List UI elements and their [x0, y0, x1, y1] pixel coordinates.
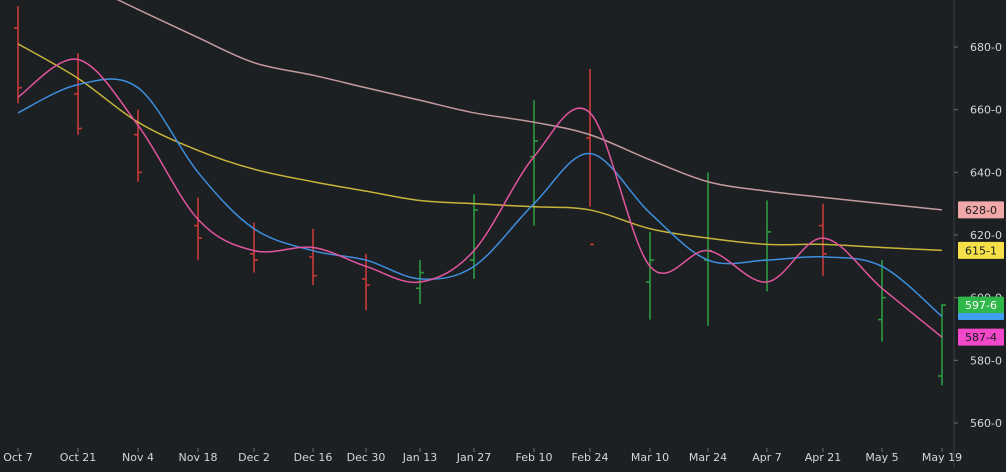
x-tick-label: Mar 24 [689, 451, 727, 464]
x-tick-label: Dec 2 [238, 451, 270, 464]
last-value-tag: 597-6 [958, 296, 1004, 314]
ohlc-bar [194, 197, 202, 261]
last-value-tag: 628-0 [958, 201, 1004, 219]
ma-line-4 [17, 58, 943, 338]
x-tick-label: Apr 7 [752, 451, 782, 464]
ohlc-bar [309, 228, 317, 286]
y-tick-label: 620-0 [970, 229, 1002, 242]
x-tick-label: Jan 27 [456, 451, 491, 464]
last-value-tag: 615-1 [958, 241, 1004, 259]
x-tick-label: Nov 4 [122, 451, 154, 464]
chart: 680-0660-0640-0620-0600-0580-0560-0 Oct … [0, 0, 1006, 468]
price-axis: 680-0660-0640-0620-0600-0580-0560-0 [953, 0, 1002, 468]
x-tick-label: Jan 13 [402, 451, 437, 464]
y-tick-label: 660-0 [970, 104, 1002, 117]
x-tick-label: Apr 21 [805, 451, 842, 464]
ohlc-bar [14, 6, 22, 104]
last-value-tag: 587-4 [958, 328, 1004, 346]
ohlc-bar [704, 172, 712, 326]
price-chart-svg: 680-0660-0640-0620-0600-0580-0560-0 Oct … [3, 0, 1004, 468]
last-value-tag-label: 628-0 [965, 204, 997, 217]
x-tick-label: May 5 [865, 451, 898, 464]
ohlc-bar [878, 260, 886, 342]
y-tick-label: 580-0 [970, 354, 1002, 367]
ohlc-bar [74, 53, 82, 135]
x-tick-label: Oct 7 [3, 451, 33, 464]
x-tick-label: Mar 10 [631, 451, 669, 464]
last-value-tag-bg [958, 312, 1004, 320]
last-value-tag-label: 597-6 [965, 299, 997, 312]
ohlc-bar [586, 68, 594, 246]
last-value-tag-label: 615-1 [965, 244, 997, 257]
x-tick-label: Oct 21 [60, 451, 97, 464]
ma-line-3 [17, 78, 943, 318]
ohlc-bar [763, 200, 771, 292]
ohlc-bar [646, 231, 654, 320]
last-value-tags: 628-0 615-1 597-6 587-4 [958, 201, 1004, 346]
x-tick-label: Feb 10 [516, 451, 553, 464]
x-tick-label: May 19 [922, 451, 962, 464]
ma-line-2 [17, 43, 943, 252]
x-tick-label: Nov 18 [179, 451, 218, 464]
y-tick-label: 640-0 [970, 166, 1002, 179]
ma-line-1 [116, 0, 943, 211]
ohlc-bar [819, 203, 827, 276]
ohlc-bar [362, 253, 370, 311]
date-axis: Oct 7 Oct 21 Nov 4 Nov 18 Dec 2 Dec 16 Dec 30 J… [3, 448, 962, 464]
last-value-tag [958, 312, 1004, 320]
last-value-tag-label: 587-4 [965, 331, 997, 344]
moving-average-lines [17, 0, 943, 338]
y-tick-label: 560-0 [970, 417, 1002, 430]
x-tick-label: Feb 24 [572, 451, 609, 464]
y-tick-label: 680-0 [970, 41, 1002, 54]
x-tick-label: Dec 16 [294, 451, 333, 464]
x-tick-label: Dec 30 [347, 451, 386, 464]
